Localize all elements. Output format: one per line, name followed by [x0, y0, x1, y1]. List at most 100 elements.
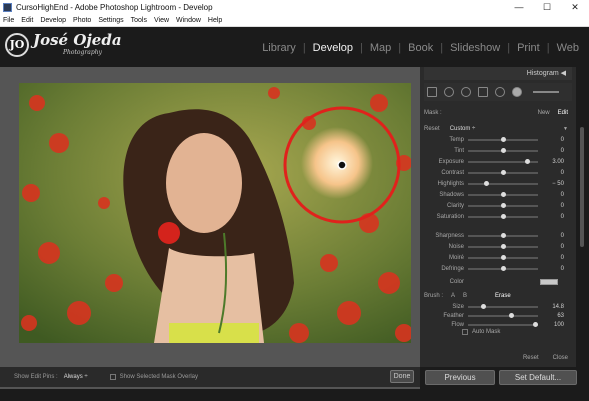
- radial-filter-tool-icon[interactable]: [495, 87, 505, 97]
- panel-reset-button[interactable]: Reset: [523, 355, 539, 361]
- edit-pins-select[interactable]: Always ÷: [64, 374, 88, 380]
- slider-value[interactable]: 0: [538, 244, 564, 250]
- panel-close-button[interactable]: Close: [553, 355, 568, 361]
- slider-track[interactable]: [468, 214, 538, 219]
- set-default-button[interactable]: Set Default...: [499, 370, 577, 385]
- slider-value[interactable]: 0: [538, 148, 564, 154]
- slider-knob[interactable]: [500, 170, 506, 175]
- previous-button[interactable]: Previous: [425, 370, 495, 385]
- mask-edit-button[interactable]: Edit: [558, 110, 568, 116]
- color-swatch[interactable]: [540, 279, 558, 285]
- slider-track[interactable]: [468, 322, 538, 327]
- slider-label: Shadows: [439, 192, 464, 198]
- slider-track[interactable]: [468, 137, 538, 142]
- slider-knob[interactable]: [500, 244, 506, 249]
- slider-track[interactable]: [468, 148, 538, 153]
- brush-a-button[interactable]: A: [451, 293, 455, 299]
- slider-knob[interactable]: [481, 304, 486, 309]
- photo-canvas[interactable]: [19, 83, 411, 343]
- menu-view[interactable]: View: [154, 17, 169, 24]
- panel-collapse-icon[interactable]: ▼: [563, 126, 568, 132]
- slider-knob[interactable]: [500, 192, 506, 197]
- slider-knob[interactable]: [500, 233, 506, 238]
- slider-track[interactable]: [468, 192, 538, 197]
- done-button[interactable]: Done: [390, 370, 414, 383]
- tool-slider[interactable]: [533, 91, 559, 93]
- menu-tools[interactable]: Tools: [131, 17, 147, 24]
- slider-value[interactable]: 0: [538, 255, 564, 261]
- mask-row: Mask : New Edit: [424, 107, 572, 118]
- effect-row: Reset Custom ÷ ▼: [424, 123, 572, 134]
- slider-track[interactable]: [468, 304, 538, 309]
- menu-photo[interactable]: Photo: [73, 17, 91, 24]
- slider-knob[interactable]: [508, 313, 514, 318]
- menu-help[interactable]: Help: [208, 17, 222, 24]
- effect-preset-select[interactable]: Custom ÷: [450, 126, 476, 132]
- slider-track[interactable]: [468, 244, 538, 249]
- slider-knob[interactable]: [484, 181, 490, 186]
- slider-track[interactable]: [468, 233, 538, 238]
- brush-cursor[interactable]: [19, 83, 411, 343]
- mask-new-button[interactable]: New: [538, 110, 550, 116]
- histogram-header[interactable]: Histogram ◀: [424, 67, 572, 80]
- scrollbar-thumb[interactable]: [580, 127, 584, 247]
- menu-window[interactable]: Window: [176, 17, 201, 24]
- module-web[interactable]: Web: [550, 42, 586, 54]
- slider-knob[interactable]: [500, 266, 506, 271]
- maximize-icon[interactable]: ☐: [533, 2, 561, 13]
- slider-value[interactable]: − 50: [538, 181, 564, 187]
- effect-reset-label[interactable]: Reset: [424, 126, 440, 132]
- slider-knob[interactable]: [500, 214, 506, 219]
- menu-bar: File Edit Develop Photo Settings Tools V…: [0, 14, 589, 27]
- mask-overlay-checkbox[interactable]: [109, 374, 116, 380]
- slider-value[interactable]: 14.8: [538, 304, 564, 310]
- close-icon[interactable]: ✕: [561, 2, 589, 13]
- module-print[interactable]: Print: [510, 42, 547, 54]
- slider-value[interactable]: 0: [538, 192, 564, 198]
- module-book[interactable]: Book: [401, 42, 440, 54]
- brush-b-button[interactable]: B: [463, 293, 467, 299]
- menu-develop[interactable]: Develop: [40, 17, 66, 24]
- crop-tool-icon[interactable]: [427, 87, 437, 97]
- slider-knob[interactable]: [525, 159, 531, 164]
- slider-track[interactable]: [468, 266, 538, 271]
- slider-value[interactable]: 0: [538, 170, 564, 176]
- module-picker: Library | Develop | Map | Book | Slideshow | …: [255, 42, 586, 54]
- menu-settings[interactable]: Settings: [98, 17, 123, 24]
- slider-knob[interactable]: [500, 148, 506, 153]
- slider-value[interactable]: 0: [538, 266, 564, 272]
- slider-track[interactable]: [468, 203, 538, 208]
- slider-value[interactable]: 0: [538, 137, 564, 143]
- spot-removal-tool-icon[interactable]: [444, 87, 454, 97]
- module-map[interactable]: Map: [363, 42, 398, 54]
- module-slideshow[interactable]: Slideshow: [443, 42, 507, 54]
- slider-track[interactable]: [468, 313, 538, 318]
- module-library[interactable]: Library: [255, 42, 303, 54]
- slider-value[interactable]: 0: [538, 233, 564, 239]
- edit-pins-label: Show Edit Pins :: [14, 374, 58, 380]
- brush-erase-button[interactable]: Erase: [495, 293, 511, 299]
- slider-track[interactable]: [468, 159, 538, 164]
- slider-value[interactable]: 3.00: [538, 159, 564, 165]
- slider-track[interactable]: [468, 255, 538, 260]
- module-develop[interactable]: Develop: [306, 42, 360, 54]
- color-row: Color: [424, 277, 572, 287]
- slider-track[interactable]: [468, 170, 538, 175]
- lightroom-app-icon: [3, 2, 12, 12]
- lightroom-window: CursoHighEnd - Adobe Photoshop Lightroom…: [0, 0, 589, 401]
- panel-scrollbar[interactable]: [576, 67, 589, 387]
- minimize-icon[interactable]: —: [505, 2, 533, 12]
- slider-value[interactable]: 0: [538, 214, 564, 220]
- slider-track[interactable]: [468, 181, 538, 186]
- slider-knob[interactable]: [500, 203, 506, 208]
- slider-knob[interactable]: [500, 137, 506, 142]
- auto-mask-checkbox[interactable]: [462, 329, 468, 335]
- red-eye-tool-icon[interactable]: [461, 87, 471, 97]
- graduated-filter-tool-icon[interactable]: [478, 87, 488, 97]
- slider-value[interactable]: 63: [538, 313, 564, 319]
- adjustment-brush-tool-icon[interactable]: [512, 87, 522, 97]
- slider-knob[interactable]: [500, 255, 506, 260]
- menu-file[interactable]: File: [3, 17, 14, 24]
- slider-value[interactable]: 0: [538, 203, 564, 209]
- menu-edit[interactable]: Edit: [21, 17, 33, 24]
